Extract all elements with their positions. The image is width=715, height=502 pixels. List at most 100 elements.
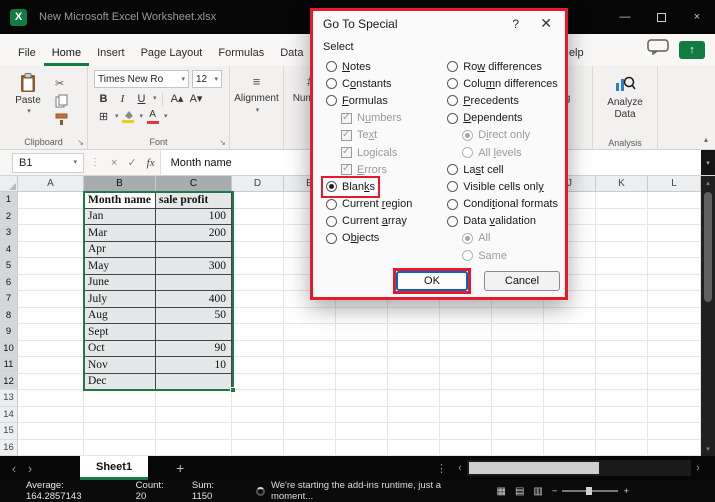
cell-C4[interactable] bbox=[156, 242, 232, 259]
cell-B14[interactable] bbox=[84, 407, 156, 424]
cell-C12[interactable] bbox=[156, 374, 232, 391]
radio-dependents[interactable] bbox=[447, 113, 458, 124]
cell-K11[interactable] bbox=[596, 357, 648, 374]
cell-J9[interactable] bbox=[544, 324, 596, 341]
radio-last-cell[interactable] bbox=[447, 164, 458, 175]
cell-L3[interactable] bbox=[648, 225, 701, 242]
option-notes[interactable]: Notes bbox=[323, 58, 374, 75]
col-header-d[interactable]: D bbox=[232, 176, 284, 192]
col-header-l[interactable]: L bbox=[648, 176, 701, 192]
analyze-data-button[interactable]: Analyze Data bbox=[593, 66, 657, 120]
formula-cancel-button[interactable]: × bbox=[111, 157, 117, 169]
cell-A10[interactable] bbox=[18, 341, 84, 358]
cell-C8[interactable]: 50 bbox=[156, 308, 232, 325]
cell-E15[interactable] bbox=[284, 423, 336, 440]
font-dialog-launcher[interactable]: ↘ bbox=[219, 139, 226, 147]
cell-F11[interactable] bbox=[336, 357, 388, 374]
alignment-group-collapsed[interactable]: ≡ Alignment ▾ bbox=[230, 66, 284, 149]
cell-J15[interactable] bbox=[544, 423, 596, 440]
cell-F13[interactable] bbox=[336, 390, 388, 407]
cell-A3[interactable] bbox=[18, 225, 84, 242]
copy-button[interactable] bbox=[55, 94, 75, 108]
cell-B9[interactable]: Sept bbox=[84, 324, 156, 341]
cell-D3[interactable] bbox=[232, 225, 284, 242]
tab-file[interactable]: File bbox=[10, 39, 44, 66]
scroll-up-arrow[interactable]: ▴ bbox=[706, 176, 710, 190]
select-all-corner[interactable] bbox=[0, 176, 18, 192]
cell-F14[interactable] bbox=[336, 407, 388, 424]
cell-B6[interactable]: June bbox=[84, 275, 156, 292]
cell-F8[interactable] bbox=[336, 308, 388, 325]
radio-constants[interactable] bbox=[326, 78, 337, 89]
cell-B16[interactable] bbox=[84, 440, 156, 457]
cell-A11[interactable] bbox=[18, 357, 84, 374]
row-header-7[interactable]: 7 bbox=[0, 291, 18, 308]
radio-column-differences[interactable] bbox=[447, 78, 458, 89]
cell-L5[interactable] bbox=[648, 258, 701, 275]
cell-C14[interactable] bbox=[156, 407, 232, 424]
cell-G15[interactable] bbox=[388, 423, 440, 440]
cell-K5[interactable] bbox=[596, 258, 648, 275]
cell-C15[interactable] bbox=[156, 423, 232, 440]
cell-I8[interactable] bbox=[492, 308, 544, 325]
view-normal-button[interactable]: ▦ bbox=[497, 486, 506, 497]
cell-D16[interactable] bbox=[232, 440, 284, 457]
cell-D12[interactable] bbox=[232, 374, 284, 391]
scroll-down-arrow[interactable]: ▾ bbox=[706, 442, 710, 456]
cell-K7[interactable] bbox=[596, 291, 648, 308]
sheet-menu-dots[interactable]: ⋮ bbox=[436, 462, 447, 475]
cell-E10[interactable] bbox=[284, 341, 336, 358]
cell-D5[interactable] bbox=[232, 258, 284, 275]
cell-L6[interactable] bbox=[648, 275, 701, 292]
paste-button[interactable]: Paste ▾ bbox=[6, 71, 50, 126]
formula-bar-expand-button[interactable]: ▾ bbox=[701, 150, 715, 175]
option-data-validation[interactable]: Data validation bbox=[444, 213, 539, 230]
italic-button[interactable]: I bbox=[115, 91, 130, 106]
comments-button[interactable] bbox=[647, 39, 669, 60]
cell-L4[interactable] bbox=[648, 242, 701, 259]
cell-G13[interactable] bbox=[388, 390, 440, 407]
option-formulas[interactable]: Formulas bbox=[323, 92, 391, 109]
tab-insert[interactable]: Insert bbox=[89, 39, 133, 66]
cell-A15[interactable] bbox=[18, 423, 84, 440]
name-box[interactable]: B1 ▾ bbox=[12, 153, 84, 173]
cell-E16[interactable] bbox=[284, 440, 336, 457]
option-objects[interactable]: Objects bbox=[323, 230, 382, 247]
cell-B8[interactable]: Aug bbox=[84, 308, 156, 325]
insert-function-button[interactable]: fx bbox=[147, 157, 155, 169]
cell-A4[interactable] bbox=[18, 242, 84, 259]
cell-C9[interactable] bbox=[156, 324, 232, 341]
cell-G12[interactable] bbox=[388, 374, 440, 391]
cell-J16[interactable] bbox=[544, 440, 596, 457]
cell-J10[interactable] bbox=[544, 341, 596, 358]
cell-A1[interactable] bbox=[18, 192, 84, 209]
radio-objects[interactable] bbox=[326, 233, 337, 244]
option-blanks[interactable]: Blanks bbox=[323, 178, 378, 195]
cell-F10[interactable] bbox=[336, 341, 388, 358]
cell-D1[interactable] bbox=[232, 192, 284, 209]
row-header-1[interactable]: 1 bbox=[0, 192, 18, 209]
cell-J11[interactable] bbox=[544, 357, 596, 374]
option-dependents[interactable]: Dependents bbox=[444, 110, 525, 127]
cell-L8[interactable] bbox=[648, 308, 701, 325]
cell-J13[interactable] bbox=[544, 390, 596, 407]
cell-L16[interactable] bbox=[648, 440, 701, 457]
cell-K15[interactable] bbox=[596, 423, 648, 440]
cell-I12[interactable] bbox=[492, 374, 544, 391]
cell-I14[interactable] bbox=[492, 407, 544, 424]
dialog-cancel-button[interactable]: Cancel bbox=[484, 271, 560, 291]
row-header-4[interactable]: 4 bbox=[0, 242, 18, 259]
row-header-3[interactable]: 3 bbox=[0, 225, 18, 242]
cell-B11[interactable]: Nov bbox=[84, 357, 156, 374]
cell-K3[interactable] bbox=[596, 225, 648, 242]
radio-row-differences[interactable] bbox=[447, 61, 458, 72]
cell-E12[interactable] bbox=[284, 374, 336, 391]
cell-F12[interactable] bbox=[336, 374, 388, 391]
collapse-ribbon-button[interactable]: ▴ bbox=[704, 135, 708, 144]
cell-L11[interactable] bbox=[648, 357, 701, 374]
radio-conditional-formats[interactable] bbox=[447, 199, 458, 210]
cell-B5[interactable]: May bbox=[84, 258, 156, 275]
minimize-button[interactable]: — bbox=[607, 0, 643, 34]
font-size-select[interactable]: 12 ▾ bbox=[192, 70, 222, 88]
hscroll-thumb[interactable] bbox=[469, 462, 599, 474]
